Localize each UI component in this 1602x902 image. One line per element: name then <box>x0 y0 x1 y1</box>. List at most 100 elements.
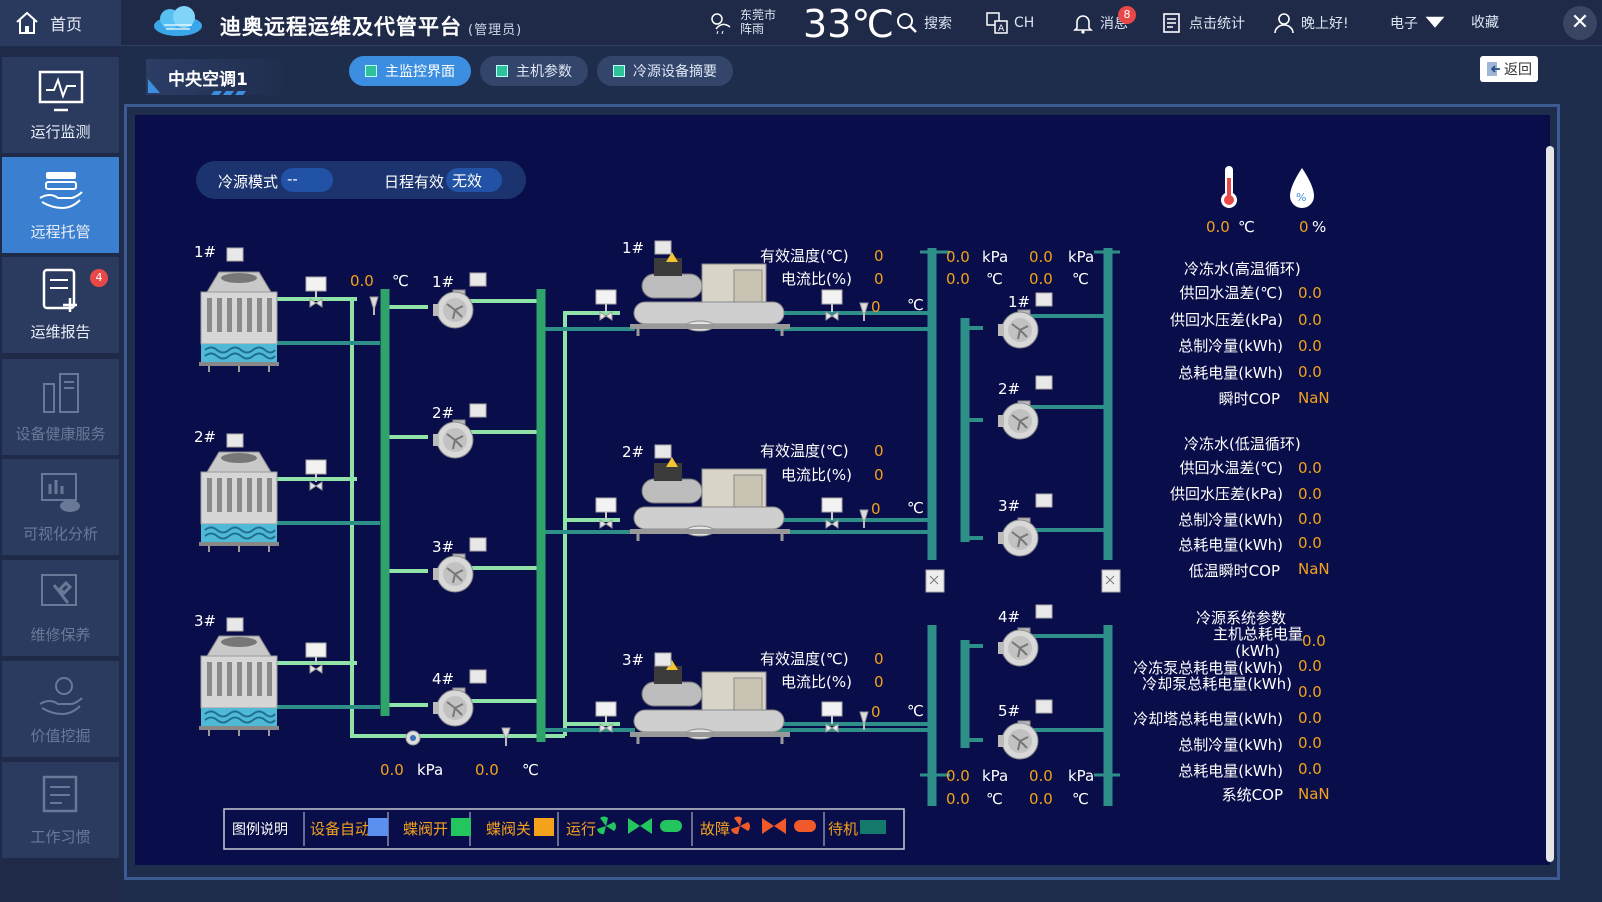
cooling-headers <box>380 289 546 742</box>
chiller-label: 3# <box>622 651 644 669</box>
env-temp-value: 0.0 <box>1206 218 1230 236</box>
thermometer-icon <box>1221 166 1237 208</box>
cooling-tower-3[interactable] <box>198 635 280 737</box>
cooling-tower-1[interactable] <box>198 271 280 373</box>
legend-standby-label: 待机 <box>828 820 858 838</box>
low-loop-title: 冷冻水(低温循环) <box>1184 435 1301 453</box>
low-row-label: 总耗电量(kWh) <box>1178 536 1283 554</box>
chiller-label: 2# <box>622 443 644 461</box>
chilled-pump-label: 2# <box>998 380 1020 398</box>
env-humidity-value: 0 <box>1299 218 1309 236</box>
tower-label: 1# <box>194 243 216 261</box>
legend-fault-fan-icon <box>731 816 751 835</box>
chiller-3[interactable] <box>628 658 792 746</box>
high-row-value: NaN <box>1298 389 1330 407</box>
bot-right-temp: 0.0 <box>1029 790 1053 808</box>
low-row-label: 低温瞬时COP <box>1189 562 1280 580</box>
bottom-kpa-value: 0.0 <box>380 761 404 779</box>
c-unit: ℃ <box>986 270 1003 288</box>
cooling-pump-label: 4# <box>432 670 454 688</box>
source-system-panel: 冷源系统参数 主机总耗电量 (kWh) 0.0 冷冻泵总耗电量(kWh) 0.0… <box>1133 609 1329 804</box>
low-row-value: 0.0 <box>1298 485 1322 503</box>
bot-left-temp: 0.0 <box>946 790 970 808</box>
top-right-temp: 0.0 <box>1029 270 1053 288</box>
eff-temp-value: 0 <box>874 247 884 265</box>
kpa-unit: kPa <box>982 767 1008 785</box>
bottom-pressure-gauge <box>405 730 421 746</box>
tower-outlet-thermometer <box>369 296 379 316</box>
env-temp-unit: ℃ <box>1238 218 1255 236</box>
top-right-kpa: 0.0 <box>1029 248 1053 266</box>
legend-valve-closed-label: 蝶阀关 <box>486 820 531 838</box>
cooling-pump-4[interactable] <box>432 687 474 727</box>
eff-temp-label: 有效温度(℃) <box>760 442 849 460</box>
cooling-pump-2[interactable] <box>432 419 474 459</box>
cooling-pump-label: 3# <box>432 538 454 556</box>
current-ratio-label: 电流比(%) <box>781 673 852 691</box>
tower-label: 3# <box>194 612 216 630</box>
eff-temp-value: 0 <box>874 442 884 460</box>
top-left-kpa: 0.0 <box>946 248 970 266</box>
chilled-pump-4[interactable] <box>997 627 1039 667</box>
low-row-value: NaN <box>1298 560 1330 578</box>
tower-valve-3[interactable] <box>305 642 327 674</box>
chilled-pump-5[interactable] <box>997 720 1039 760</box>
humidity-drop-icon: % <box>1290 168 1314 208</box>
kpa-unit: kPa <box>982 248 1008 266</box>
legend-fault-pill <box>794 820 816 832</box>
low-row-label: 总制冷量(kWh) <box>1178 511 1283 529</box>
chilled-pump-3[interactable] <box>997 517 1039 557</box>
bypass-valve-left[interactable] <box>925 569 945 593</box>
legend-standby-swatch <box>860 820 886 834</box>
tower-outlet-temp: 0.0 <box>350 272 374 290</box>
sys-row-value: 0.0 <box>1298 683 1322 701</box>
chilled-pump-label: 5# <box>998 702 1020 720</box>
chilled-pump-label: 1# <box>1008 293 1030 311</box>
cooling-pump-label: 1# <box>432 273 454 291</box>
eff-temp-value: 0 <box>874 650 884 668</box>
tower-valve-1[interactable] <box>305 276 327 308</box>
sys-row-label: 主机总耗电量 <box>1213 625 1303 643</box>
chiller-out-temp: 0 <box>871 500 881 518</box>
low-row-value: 0.0 <box>1298 459 1322 477</box>
high-temp-loop-panel: 冷冻水(高温循环) 供回水温差(℃) 0.0 供回水压差(kPa) 0.0 总制… <box>1170 260 1330 408</box>
high-row-value: 0.0 <box>1298 363 1322 381</box>
low-row-label: 供回水温差(℃) <box>1179 459 1283 477</box>
low-row-value: 0.0 <box>1298 510 1322 528</box>
high-row-label: 总耗电量(kWh) <box>1178 364 1283 382</box>
high-row-value: 0.0 <box>1298 284 1322 302</box>
sys-row-label: 冷却泵总耗电量(kWh) <box>1142 675 1292 693</box>
bypass-valve-right[interactable] <box>1101 569 1121 593</box>
chiller-2[interactable] <box>628 455 792 543</box>
sys-row-label: 总制冷量(kWh) <box>1178 736 1283 754</box>
sys-row-value: 0.0 <box>1298 657 1322 675</box>
c-unit: ℃ <box>1072 790 1089 808</box>
cooling-pump-1[interactable] <box>432 289 474 329</box>
high-row-label: 供回水温差(℃) <box>1179 284 1283 302</box>
legend-auto-swatch <box>368 818 388 836</box>
svg-text:%: % <box>1296 191 1306 204</box>
sys-row-label: 总耗电量(kWh) <box>1178 762 1283 780</box>
legend-running-pill <box>660 820 682 832</box>
bot-right-kpa: 0.0 <box>1029 767 1053 785</box>
chiller-out-unit: ℃ <box>907 702 924 720</box>
cooling-pump-3[interactable] <box>432 553 474 593</box>
chiller-1-readings: 有效温度(℃) 0 电流比(%) 0 0 ℃ <box>760 247 924 316</box>
legend-running-label: 运行 <box>566 820 596 838</box>
legend-fault-label: 故障 <box>700 820 730 838</box>
current-ratio-label: 电流比(%) <box>781 270 852 288</box>
cooling-pump-label: 2# <box>432 404 454 422</box>
tower-valve-2[interactable] <box>305 459 327 491</box>
high-row-label: 供回水压差(kPa) <box>1170 311 1283 329</box>
tower-outlet-unit: ℃ <box>392 272 409 290</box>
legend-fault-butterfly-icon <box>762 818 786 834</box>
sys-row-value: NaN <box>1298 785 1330 803</box>
sys-row-label: 系统COP <box>1222 786 1283 804</box>
legend-running-butterfly-icon <box>628 818 652 834</box>
bottom-kpa-unit: kPa <box>417 761 443 779</box>
high-row-value: 0.0 <box>1298 337 1322 355</box>
cooling-tower-2[interactable] <box>198 451 280 553</box>
high-row-label: 瞬时COP <box>1219 390 1280 408</box>
low-temp-loop-panel: 冷冻水(低温循环) 供回水温差(℃) 0.0 供回水压差(kPa) 0.0 总制… <box>1170 435 1330 580</box>
sys-row-value: 0.0 <box>1298 760 1322 778</box>
